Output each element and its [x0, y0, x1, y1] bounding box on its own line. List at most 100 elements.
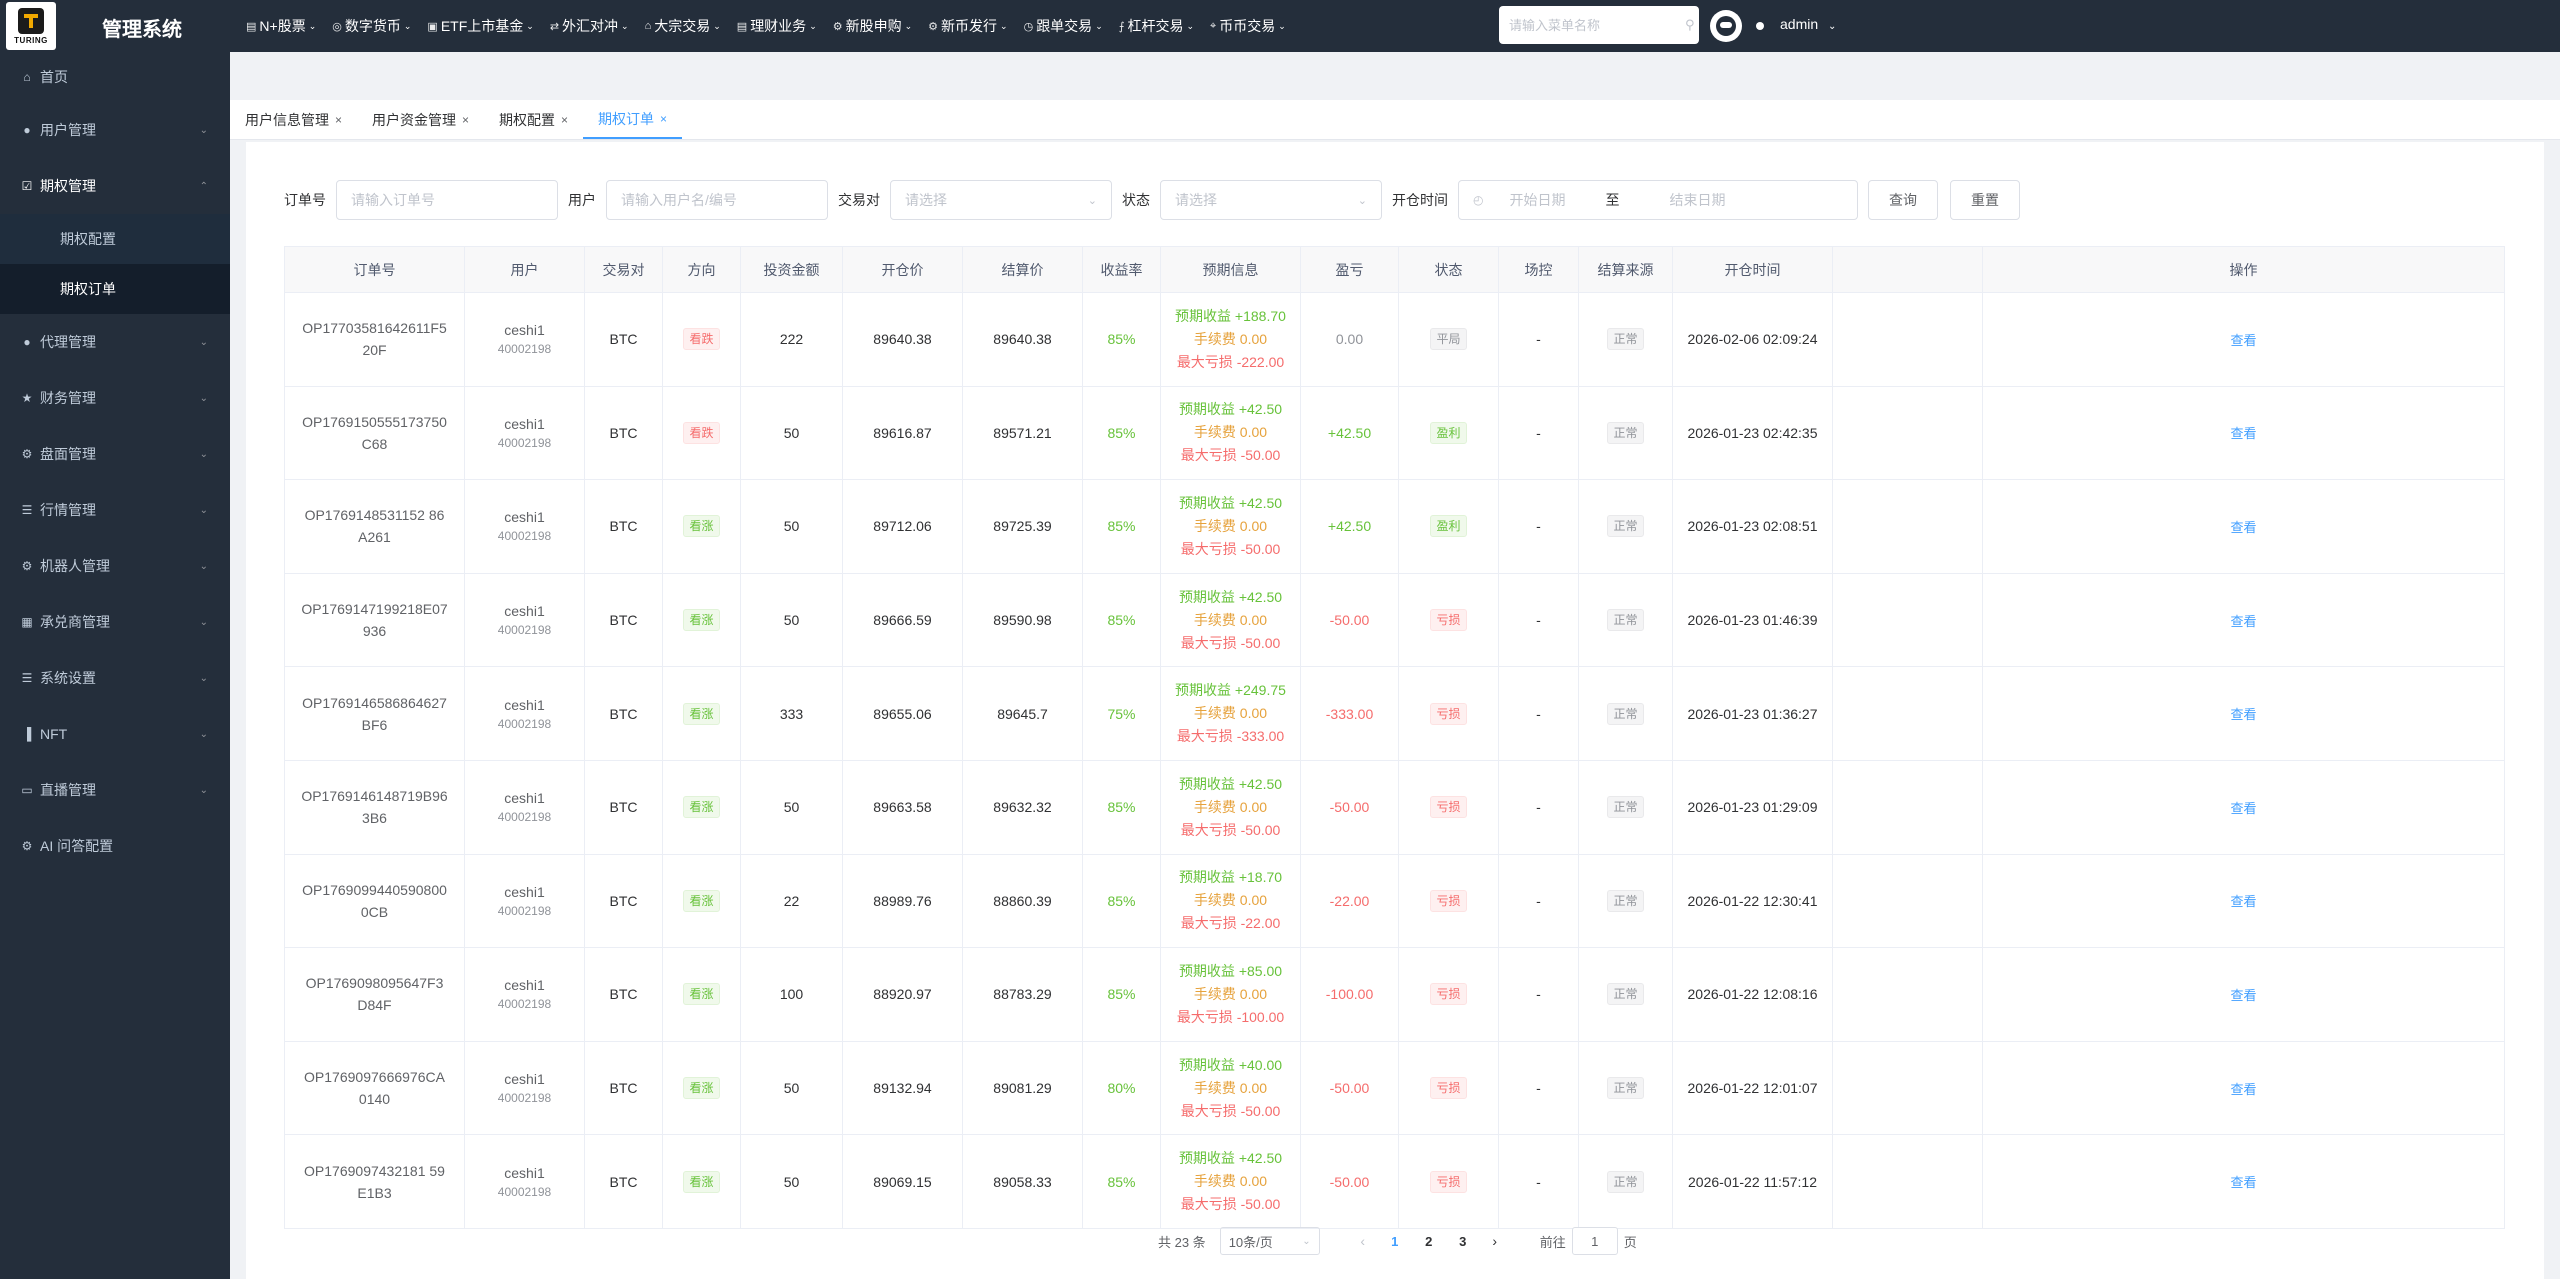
chevron-down-icon: ⌄ — [1087, 194, 1097, 207]
expected-profit: 预期收益 +40.00 — [1178, 1056, 1283, 1073]
status-select-placeholder: 请选择 — [1175, 192, 1217, 208]
sidebar-item[interactable]: ● 代理管理 ⌄ — [0, 314, 230, 370]
topnav-item[interactable]: ⇄ 外汇对冲 ⌄ — [550, 16, 629, 36]
control-cell: - — [1498, 759, 1579, 855]
view-link[interactable]: 查看 — [2230, 520, 2256, 535]
reset-button[interactable]: 重置 — [1950, 180, 2020, 220]
view-link[interactable]: 查看 — [2230, 988, 2256, 1003]
sidebar-item[interactable]: ⚙ 机器人管理 ⌄ — [0, 538, 230, 594]
end-date-input[interactable]: 结束日期 — [1669, 190, 1725, 210]
order-no-input[interactable] — [351, 192, 543, 208]
avatar[interactable] — [1710, 10, 1742, 42]
settle-price-cell: 89645.7 — [962, 666, 1083, 761]
view-link[interactable]: 查看 — [2230, 894, 2256, 909]
close-icon[interactable]: × — [462, 113, 469, 127]
tab-item[interactable]: 期权订单 × — [583, 101, 683, 139]
order-no-cell: OP1769147199218E07936 — [284, 572, 465, 668]
sidebar-item[interactable]: ☰ 行情管理 ⌄ — [0, 482, 230, 538]
page-number[interactable]: 3 — [1448, 1234, 1478, 1249]
close-icon[interactable]: × — [561, 113, 568, 127]
column-header: 盈亏 — [1300, 246, 1399, 293]
view-link[interactable]: 查看 — [2230, 1082, 2256, 1097]
prev-page-icon[interactable]: ‹ — [1348, 1233, 1378, 1249]
expected-fee: 手续费 0.00 — [1193, 798, 1268, 815]
view-link[interactable]: 查看 — [2230, 707, 2256, 722]
topnav-item[interactable]: ▤ N+股票 ⌄ — [246, 16, 316, 36]
order-no-cell: OP1769097666976CA0140 — [284, 1040, 465, 1136]
search-icon[interactable]: ⚲ — [1685, 17, 1695, 33]
chevron-down-icon: ⌄ — [904, 20, 913, 31]
direction-cell: 看涨 — [662, 853, 741, 949]
amount-cell: 50 — [740, 1040, 843, 1136]
user-menu[interactable]: admin ⌄ — [1780, 16, 1836, 32]
topnav-item[interactable]: ⌂ 大宗交易 ⌄ — [645, 16, 721, 36]
next-page-icon[interactable]: › — [1480, 1233, 1510, 1249]
order-no-field[interactable] — [336, 180, 558, 220]
close-icon[interactable]: × — [335, 113, 342, 127]
gear-icon: ⚙ — [21, 559, 33, 573]
sidebar-item[interactable]: ★ 财务管理 ⌄ — [0, 370, 230, 426]
status-badge: 亏损 — [1430, 1170, 1467, 1193]
topnav-item[interactable]: ◷ 跟单交易 ⌄ — [1024, 16, 1103, 36]
close-icon[interactable]: × — [660, 112, 667, 126]
view-link[interactable]: 查看 — [2230, 614, 2256, 629]
start-date-input[interactable]: 开始日期 — [1509, 190, 1565, 210]
sidebar-item[interactable]: ⚙ 盘面管理 ⌄ — [0, 426, 230, 482]
control-cell: - — [1498, 1040, 1579, 1136]
expected-fee: 手续费 0.00 — [1193, 330, 1268, 347]
sidebar-item[interactable]: ⚙ AI 问答配置 — [0, 818, 230, 874]
query-button[interactable]: 查询 — [1868, 180, 1938, 220]
expected-info-cell: 预期收益 +42.50 手续费 0.00 最大亏损 -50.00 — [1160, 1134, 1301, 1229]
user-input[interactable] — [621, 192, 813, 208]
page-number[interactable]: 2 — [1414, 1234, 1444, 1249]
topnav-item[interactable]: ◎ 数字货币 ⌄ — [332, 16, 411, 36]
sidebar-item[interactable]: ▭ 直播管理 ⌄ — [0, 762, 230, 818]
open-price-cell: 88920.97 — [842, 947, 963, 1042]
view-link[interactable]: 查看 — [2230, 801, 2256, 816]
topnav-item[interactable]: ⨍ 杠杆交易 ⌄ — [1119, 16, 1194, 36]
list-icon: ☰ — [21, 671, 33, 685]
expected-max-loss: 最大亏损 -50.00 — [1180, 540, 1281, 557]
direction-cell: 看跌 — [662, 292, 741, 387]
empty-cell — [1832, 1134, 1983, 1229]
chevron-down-icon: ⌄ — [199, 560, 208, 572]
sidebar-subitem[interactable]: 期权配置 — [0, 214, 230, 264]
topnav-item[interactable]: ▤ 理财业务 ⌄ — [737, 16, 817, 36]
pair-select[interactable]: 请选择 ⌄ — [890, 180, 1112, 220]
page-number[interactable]: 1 — [1380, 1234, 1410, 1249]
tab-item[interactable]: 用户信息管理 × — [230, 101, 357, 139]
pnl-cell: -100.00 — [1300, 947, 1399, 1042]
column-header — [1832, 246, 1983, 293]
pair-cell: BTC — [584, 853, 663, 949]
topnav-item[interactable]: ⚙ 新股申购 ⌄ — [833, 16, 912, 36]
topnav-item[interactable]: ⚙ 新币发行 ⌄ — [928, 16, 1007, 36]
menu-search-input[interactable] — [1509, 17, 1685, 33]
sidebar-item[interactable]: ☑ 期权管理 ⌃ — [0, 158, 230, 214]
status-select[interactable]: 请选择 ⌄ — [1160, 180, 1382, 220]
page-size-select[interactable]: 10条/页 ⌄ — [1219, 1227, 1320, 1255]
tab-item[interactable]: 期权配置 × — [484, 101, 583, 139]
sidebar-item[interactable]: ● 用户管理 ⌄ — [0, 102, 230, 158]
topnav-item[interactable]: ▣ ETF上市基金 ⌄ — [427, 16, 533, 36]
user-cell: ceshi1 40002198 — [464, 572, 585, 668]
expected-info-cell: 预期收益 +188.70 手续费 0.00 最大亏损 -222.00 — [1160, 292, 1301, 387]
pair-cell: BTC — [584, 759, 663, 855]
date-range-picker[interactable]: ◴ 开始日期 至 结束日期 — [1458, 180, 1858, 220]
tab-item[interactable]: 用户资金管理 × — [357, 101, 484, 139]
amount-cell: 333 — [740, 666, 843, 761]
menu-search[interactable]: ⚲ — [1499, 6, 1699, 44]
open-price-cell: 89712.06 — [842, 479, 963, 574]
view-link[interactable]: 查看 — [2230, 1175, 2256, 1190]
topnav-item[interactable]: ⌖ 币币交易 ⌄ — [1210, 16, 1286, 36]
chevron-down-icon: ⌄ — [1302, 1235, 1311, 1247]
view-link[interactable]: 查看 — [2230, 333, 2256, 348]
sidebar-item[interactable]: ▐ NFT ⌄ — [0, 706, 230, 762]
sidebar-item[interactable]: ▦ 承兑商管理 ⌄ — [0, 594, 230, 650]
expected-info-cell: 预期收益 +18.70 手续费 0.00 最大亏损 -22.00 — [1160, 853, 1301, 949]
user-field[interactable] — [606, 180, 828, 220]
view-link[interactable]: 查看 — [2230, 426, 2256, 441]
sidebar-item[interactable]: ⌂ 首页 — [0, 52, 230, 102]
sidebar-subitem[interactable]: 期权订单 — [0, 264, 230, 314]
goto-page-input[interactable] — [1571, 1227, 1618, 1255]
sidebar-item[interactable]: ☰ 系统设置 ⌄ — [0, 650, 230, 706]
